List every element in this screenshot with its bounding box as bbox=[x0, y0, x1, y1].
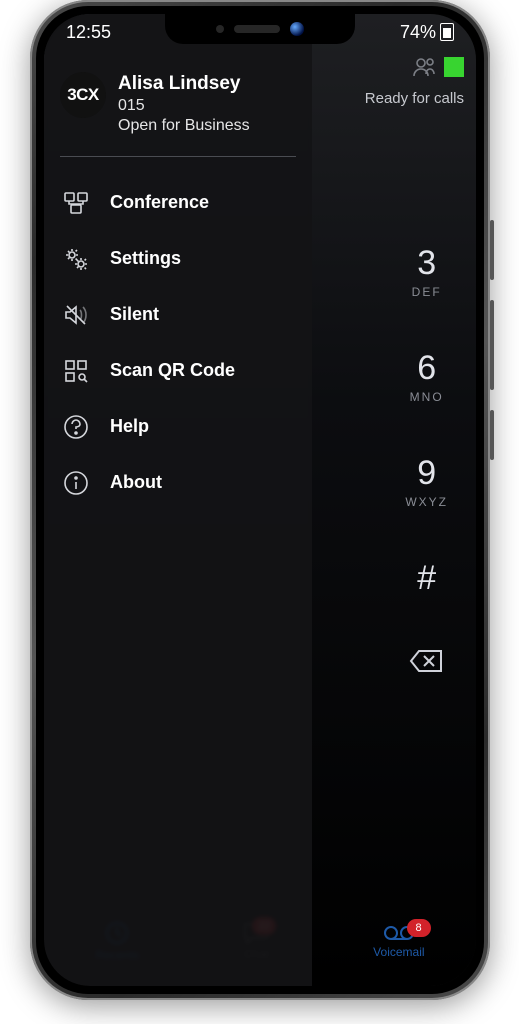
voicemail-badge: 8 bbox=[407, 919, 431, 937]
menu-label: Scan QR Code bbox=[110, 360, 235, 381]
backspace-icon[interactable] bbox=[409, 648, 445, 674]
screen: 12:55 74% Ready for calls 3 bbox=[44, 14, 476, 986]
profile-name: Alisa Lindsey bbox=[118, 72, 250, 96]
side-button bbox=[490, 410, 494, 460]
camera-icon bbox=[290, 22, 304, 36]
menu-label: About bbox=[110, 472, 162, 493]
profile-status: Open for Business bbox=[118, 116, 250, 136]
side-button bbox=[490, 220, 494, 280]
info-icon bbox=[62, 469, 90, 497]
menu-silent[interactable]: Silent bbox=[44, 287, 312, 343]
profile-block[interactable]: 3CX Alisa Lindsey 015 Open for Business bbox=[44, 66, 312, 152]
menu-label: Help bbox=[110, 416, 149, 437]
mute-icon bbox=[62, 301, 90, 329]
side-button bbox=[490, 300, 494, 390]
menu-about[interactable]: About bbox=[44, 455, 312, 511]
dialer-key-9[interactable]: 9 WXYZ bbox=[405, 454, 448, 509]
menu-conference[interactable]: Conference bbox=[44, 175, 312, 231]
nav-voicemail[interactable]: 8 Voicemail bbox=[373, 923, 424, 959]
menu-label: Silent bbox=[110, 304, 159, 325]
menu-scan-qr[interactable]: Scan QR Code bbox=[44, 343, 312, 399]
dialer-key-3[interactable]: 3 DEF bbox=[412, 244, 442, 299]
presence-icon[interactable] bbox=[412, 56, 438, 78]
notch bbox=[165, 14, 355, 44]
profile-extension: 015 bbox=[118, 96, 250, 116]
help-icon bbox=[62, 413, 90, 441]
clock: 12:55 bbox=[66, 22, 111, 43]
battery-percent: 74% bbox=[400, 22, 436, 43]
drawer-menu: Conference Settings bbox=[44, 175, 312, 511]
ready-label: Ready for calls bbox=[365, 90, 464, 107]
conference-icon bbox=[62, 189, 90, 217]
app-logo: 3CX bbox=[60, 72, 106, 118]
menu-help[interactable]: Help bbox=[44, 399, 312, 455]
divider bbox=[60, 156, 296, 157]
qr-icon bbox=[62, 357, 90, 385]
menu-label: Settings bbox=[110, 248, 181, 269]
menu-label: Conference bbox=[110, 192, 209, 213]
gear-icon bbox=[62, 245, 90, 273]
dialer-key-6[interactable]: 6 MNO bbox=[410, 349, 444, 404]
presence-status[interactable] bbox=[444, 57, 464, 77]
battery-icon bbox=[440, 23, 454, 41]
dialer-key-hash[interactable]: # bbox=[417, 559, 436, 598]
menu-settings[interactable]: Settings bbox=[44, 231, 312, 287]
side-drawer: 3CX Alisa Lindsey 015 Open for Business bbox=[44, 14, 312, 986]
